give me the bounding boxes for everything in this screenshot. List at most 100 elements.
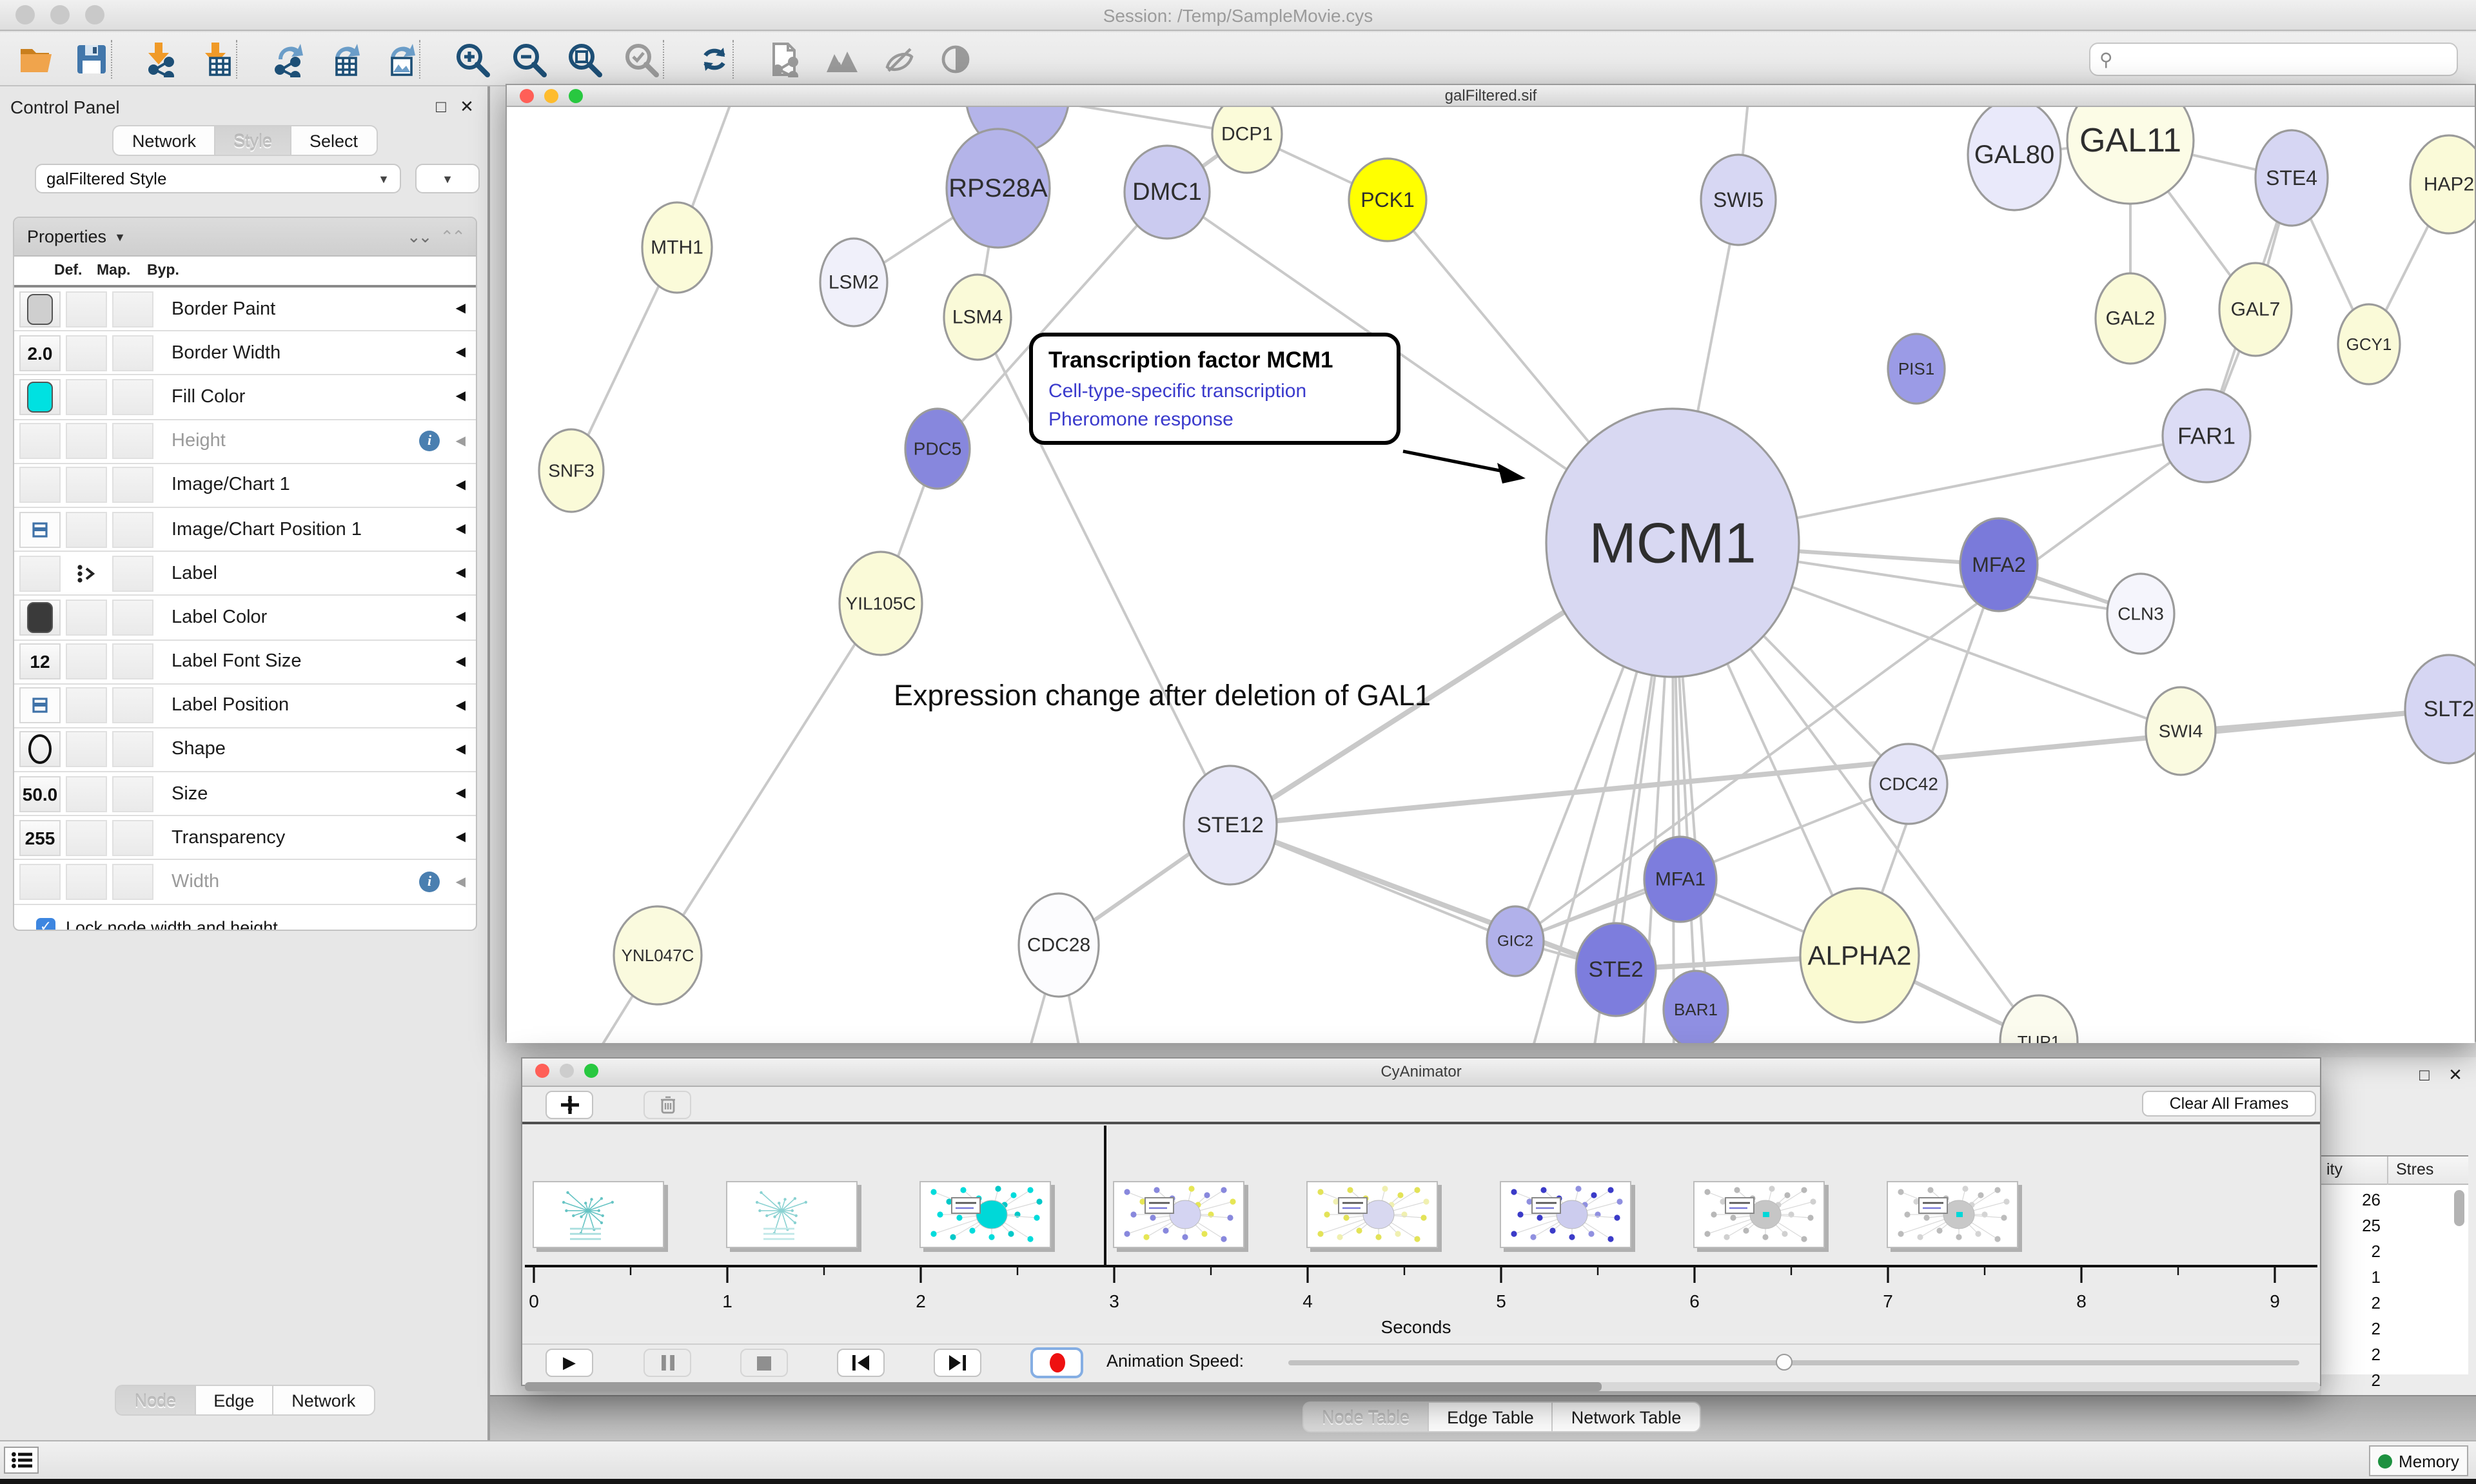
default-value-cell[interactable]: 255 xyxy=(19,820,61,856)
property-row-border-paint[interactable]: Border Paint◀ xyxy=(14,288,476,331)
mapping-cell[interactable] xyxy=(66,291,107,327)
bypass-cell[interactable] xyxy=(112,643,153,679)
property-row-shape[interactable]: Shape◀ xyxy=(14,728,476,772)
next-frame-button[interactable] xyxy=(934,1349,981,1377)
bypass-cell[interactable] xyxy=(112,820,153,856)
search-field[interactable]: ⚲ xyxy=(2089,43,2458,76)
play-button[interactable]: ▶ xyxy=(545,1349,593,1377)
bypass-cell[interactable] xyxy=(112,864,153,900)
mapping-cell[interactable] xyxy=(66,423,107,459)
expand-row-icon[interactable]: ◀ xyxy=(456,831,466,845)
node-CDC28[interactable]: CDC28 xyxy=(1019,893,1099,997)
bypass-cell[interactable] xyxy=(112,379,153,415)
node-GIC2[interactable]: GIC2 xyxy=(1487,906,1544,976)
node-BAR1[interactable]: BAR1 xyxy=(1664,971,1728,1043)
default-value-cell[interactable] xyxy=(19,423,61,459)
node-GCY1[interactable]: GCY1 xyxy=(2338,304,2400,384)
slider-thumb[interactable] xyxy=(1776,1354,1793,1371)
node-SWI4[interactable]: SWI4 xyxy=(2146,687,2216,775)
zoom-fit-icon[interactable] xyxy=(564,39,605,80)
bypass-cell[interactable] xyxy=(112,335,153,371)
export-image-icon[interactable] xyxy=(378,39,419,80)
frame-thumbnail-7[interactable] xyxy=(1693,1181,1825,1248)
mapping-cell[interactable] xyxy=(66,688,107,724)
column-header-centrality[interactable]: ity xyxy=(2326,1160,2343,1178)
task-history-button[interactable] xyxy=(4,1447,39,1474)
network-edge[interactable] xyxy=(658,603,881,955)
import-table-icon[interactable] xyxy=(196,39,237,80)
property-row-label[interactable]: Label◀ xyxy=(14,552,476,596)
tab-edge[interactable]: Edge xyxy=(194,1385,272,1416)
stop-button[interactable] xyxy=(740,1349,788,1377)
node-CDC42[interactable]: CDC42 xyxy=(1870,744,1947,824)
expand-row-icon[interactable]: ◀ xyxy=(456,434,466,448)
property-row-transparency[interactable]: 255Transparency◀ xyxy=(14,817,476,861)
previous-frame-button[interactable] xyxy=(837,1349,885,1377)
bypass-cell[interactable] xyxy=(112,467,153,503)
node-CLN3[interactable]: CLN3 xyxy=(2107,574,2174,654)
bypass-cell[interactable] xyxy=(112,423,153,459)
properties-header[interactable]: Properties ▼ ⌄⌄ ⌃⌃ xyxy=(14,218,476,257)
tab-edge-table[interactable]: Edge Table xyxy=(1428,1401,1552,1432)
default-value-cell[interactable] xyxy=(19,291,61,327)
export-table-icon[interactable] xyxy=(322,39,364,80)
close-panel-icon[interactable]: ✕ xyxy=(2445,1065,2466,1086)
bypass-cell[interactable] xyxy=(112,600,153,636)
search-input[interactable] xyxy=(2113,46,2457,72)
node-GAL7[interactable]: GAL7 xyxy=(2219,263,2292,356)
node-LSM2[interactable]: LSM2 xyxy=(820,239,887,326)
expand-row-icon[interactable]: ◀ xyxy=(456,699,466,713)
node-DMC1[interactable]: DMC1 xyxy=(1125,146,1210,239)
open-session-icon[interactable] xyxy=(15,39,57,80)
timeline[interactable]: 0123456789Seconds xyxy=(522,1124,2320,1336)
node-SWI5[interactable]: SWI5 xyxy=(1701,155,1776,245)
node-PCK1[interactable]: PCK1 xyxy=(1349,159,1426,241)
float-panel-icon[interactable]: □ xyxy=(2414,1065,2435,1084)
mapping-cell[interactable] xyxy=(66,335,107,371)
node-GAL80[interactable]: GAL80 xyxy=(1968,107,2061,210)
bypass-cell[interactable] xyxy=(112,732,153,768)
expand-row-icon[interactable]: ◀ xyxy=(456,478,466,493)
expand-row-icon[interactable]: ◀ xyxy=(456,610,466,625)
hide-selected-icon[interactable] xyxy=(878,39,919,80)
node-STE4[interactable]: STE4 xyxy=(2255,130,2328,226)
bypass-cell[interactable] xyxy=(112,291,153,327)
record-button[interactable] xyxy=(1030,1347,1083,1378)
mapping-cell[interactable] xyxy=(66,820,107,856)
float-panel-icon[interactable]: □ xyxy=(431,97,451,116)
style-options-button[interactable]: ▼ xyxy=(415,164,480,193)
node-MTH1[interactable]: MTH1 xyxy=(642,202,712,293)
property-row-size[interactable]: 50.0Size◀ xyxy=(14,772,476,816)
expand-row-icon[interactable]: ◀ xyxy=(456,390,466,404)
table-cell[interactable]: 1 xyxy=(2321,1267,2381,1287)
table-cell[interactable]: 2 xyxy=(2321,1293,2381,1313)
clear-all-frames-button[interactable]: Clear All Frames xyxy=(2142,1091,2316,1117)
property-row-height[interactable]: Heighti◀ xyxy=(14,420,476,464)
tab-network[interactable]: Network xyxy=(113,125,214,156)
node-SNF3[interactable]: SNF3 xyxy=(539,429,604,512)
node-PDC5[interactable]: PDC5 xyxy=(905,409,970,489)
mapping-cell[interactable] xyxy=(66,555,107,591)
tab-network[interactable]: Network xyxy=(272,1385,375,1416)
style-selector[interactable]: galFiltered Style ▼ xyxy=(35,164,401,193)
expand-row-icon[interactable]: ◀ xyxy=(456,302,466,316)
table-cell[interactable]: 26 xyxy=(2321,1190,2381,1209)
table-cell[interactable]: 2 xyxy=(2321,1345,2381,1364)
table-cell[interactable]: 2 xyxy=(2321,1319,2381,1338)
mapping-cell[interactable] xyxy=(66,600,107,636)
default-value-cell[interactable] xyxy=(19,600,61,636)
property-row-width[interactable]: Widthi◀ xyxy=(14,861,476,904)
delete-frame-button[interactable] xyxy=(644,1091,691,1119)
network-edge[interactable] xyxy=(1230,825,1616,970)
default-value-cell[interactable] xyxy=(19,379,61,415)
first-neighbors-icon[interactable] xyxy=(821,39,863,80)
node-HAP2[interactable]: HAP2 xyxy=(2410,135,2475,233)
tab-node[interactable]: Node xyxy=(115,1385,195,1416)
mapping-cell[interactable] xyxy=(66,776,107,812)
mapping-cell[interactable] xyxy=(66,643,107,679)
playhead[interactable] xyxy=(1104,1126,1106,1266)
zoom-out-icon[interactable] xyxy=(508,39,549,80)
bypass-cell[interactable] xyxy=(112,511,153,547)
default-value-cell[interactable]: 2.0 xyxy=(19,335,61,371)
network-edge[interactable] xyxy=(1230,709,2449,825)
